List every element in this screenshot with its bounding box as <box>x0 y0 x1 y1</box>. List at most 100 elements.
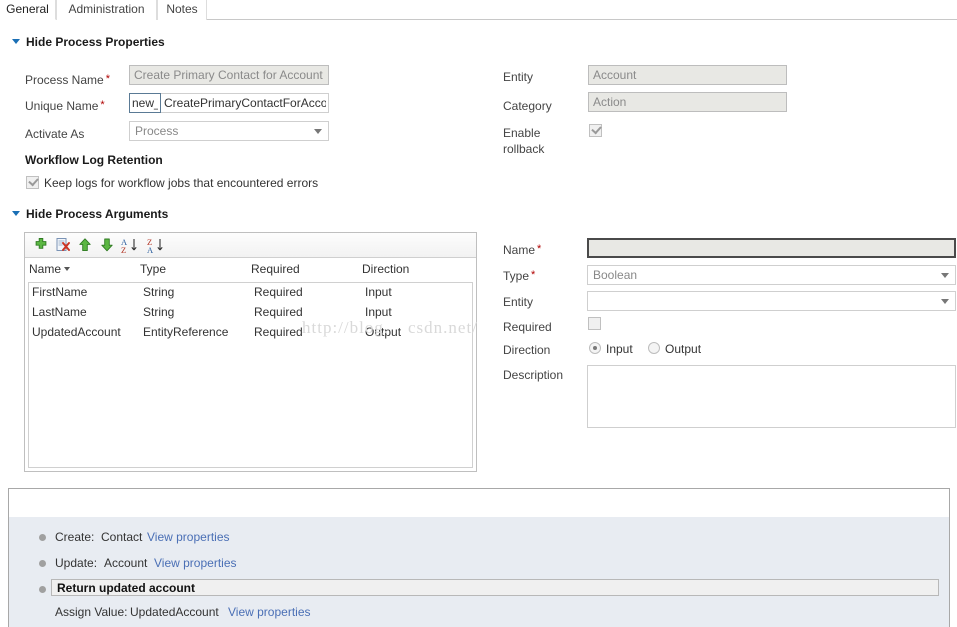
arguments-grid-header: Name Type Required Direction <box>25 259 476 281</box>
step-target: Contact <box>101 530 143 544</box>
label-enable-rollback: Enable rollback <box>503 126 545 156</box>
direction-input-radio[interactable] <box>589 342 601 354</box>
argument-type-dropdown[interactable]: Boolean <box>587 265 956 285</box>
label-unique-name: Unique Name * <box>25 99 105 113</box>
enable-rollback-checkbox[interactable] <box>589 124 602 137</box>
label-activate-as: Activate As <box>25 127 85 141</box>
unique-name-field <box>129 93 329 113</box>
category-input[interactable] <box>588 92 787 112</box>
step-bullet-icon <box>39 560 46 567</box>
view-properties-link[interactable]: View properties <box>228 605 311 619</box>
list-item[interactable]: Create: Contact View properties <box>9 527 949 549</box>
table-row[interactable]: LastName String Required Input <box>29 303 472 323</box>
label-category: Category <box>503 99 552 113</box>
view-properties-link[interactable]: View properties <box>147 530 230 544</box>
step-target: Account <box>104 556 148 570</box>
tab-strip: General Administration Notes <box>0 0 957 20</box>
section-header-process-properties-label: Hide Process Properties <box>26 35 165 49</box>
cell-required: Required <box>254 285 303 299</box>
collapse-caret-icon <box>12 211 20 217</box>
column-header-required[interactable]: Required <box>251 262 300 276</box>
step-target: UpdatedAccount <box>130 605 219 619</box>
svg-text:Z: Z <box>121 245 126 254</box>
step-prefix: Update: <box>55 556 98 570</box>
required-asterisk: * <box>537 243 542 255</box>
steps-list: Create: Contact View properties Update: … <box>9 517 949 627</box>
view-properties-link[interactable]: View properties <box>154 556 237 570</box>
table-row[interactable]: UpdatedAccount EntityReference Required … <box>29 323 472 343</box>
direction-input-label[interactable]: Input <box>606 342 633 356</box>
sort-ascending-icon[interactable]: A Z <box>121 237 143 255</box>
column-header-name[interactable]: Name <box>29 262 71 276</box>
argument-required-checkbox[interactable] <box>588 317 601 330</box>
label-argument-entity: Entity <box>503 295 534 309</box>
process-steps-panel: Create: Contact View properties Update: … <box>8 488 950 627</box>
step-bullet-icon <box>39 534 46 541</box>
required-asterisk: * <box>100 99 105 111</box>
cell-required: Required <box>254 325 303 339</box>
label-entity: Entity <box>503 70 534 84</box>
step-prefix: Assign Value: <box>55 605 128 619</box>
column-header-direction[interactable]: Direction <box>362 262 409 276</box>
section-header-process-arguments[interactable]: Hide Process Arguments <box>12 207 168 221</box>
argument-type-value: Boolean <box>593 268 638 282</box>
keep-logs-checkbox[interactable] <box>26 176 39 189</box>
svg-text:A: A <box>147 245 154 254</box>
add-argument-icon[interactable] <box>33 237 51 254</box>
cell-name: UpdatedAccount <box>32 325 121 339</box>
cell-type: String <box>143 305 175 319</box>
cell-direction: Input <box>365 305 392 319</box>
required-asterisk: * <box>531 269 536 281</box>
move-down-icon[interactable] <box>99 237 117 254</box>
chevron-down-icon <box>314 129 322 134</box>
cell-type: EntityReference <box>143 325 229 339</box>
label-argument-name: Name * <box>503 243 542 257</box>
arguments-toolbar: A Z Z A <box>25 233 476 258</box>
chevron-down-icon <box>941 299 949 304</box>
label-argument-description: Description <box>503 368 564 382</box>
move-up-icon[interactable] <box>77 237 95 254</box>
section-header-process-arguments-label: Hide Process Arguments <box>26 207 169 221</box>
process-arguments-grid: A Z Z A Name Type Required Direction Fir… <box>24 232 477 472</box>
direction-output-label[interactable]: Output <box>665 342 701 356</box>
workflow-log-retention-header: Workflow Log Retention <box>25 153 163 167</box>
label-process-name: Process Name * <box>25 73 110 87</box>
cell-required: Required <box>254 305 303 319</box>
unique-name-prefix-input[interactable] <box>129 93 161 113</box>
cell-direction: Input <box>365 285 392 299</box>
sort-indicator-icon <box>64 266 71 271</box>
argument-description-textarea[interactable] <box>587 365 956 428</box>
tab-administration[interactable]: Administration <box>56 0 157 20</box>
argument-name-input[interactable] <box>587 238 956 258</box>
entity-input[interactable] <box>588 65 787 85</box>
activate-as-dropdown[interactable]: Process <box>129 121 329 141</box>
table-row[interactable]: FirstName String Required Input <box>29 283 472 303</box>
cell-direction: Output <box>365 325 402 339</box>
process-name-input[interactable] <box>129 65 329 85</box>
delete-argument-icon[interactable] <box>55 237 73 254</box>
label-argument-required: Required <box>503 320 552 334</box>
list-item[interactable]: Update: Account View properties <box>9 553 949 575</box>
sort-descending-icon[interactable]: Z A <box>147 237 169 255</box>
required-asterisk: * <box>105 73 110 85</box>
step-bullet-icon <box>39 586 46 593</box>
tab-notes[interactable]: Notes <box>157 0 207 20</box>
list-item[interactable]: Assign Value: UpdatedAccount View proper… <box>9 602 949 624</box>
list-item[interactable]: Return updated account <box>9 579 949 601</box>
selected-step-label: Return updated account <box>57 581 196 595</box>
unique-name-input[interactable] <box>161 93 329 113</box>
cell-name: LastName <box>32 305 87 319</box>
keep-logs-label: Keep logs for workflow jobs that encount… <box>44 176 319 190</box>
column-header-type[interactable]: Type <box>140 262 166 276</box>
cell-name: FirstName <box>32 285 88 299</box>
section-header-process-properties[interactable]: Hide Process Properties <box>12 35 165 49</box>
step-prefix: Create: <box>55 530 95 544</box>
activate-as-value: Process <box>135 124 179 138</box>
argument-entity-dropdown[interactable] <box>587 291 956 311</box>
tab-general[interactable]: General <box>0 0 56 20</box>
direction-output-radio[interactable] <box>648 342 660 354</box>
steps-toolbar[interactable] <box>9 489 949 517</box>
collapse-caret-icon <box>12 39 20 45</box>
arguments-grid-body: FirstName String Required Input LastName… <box>28 282 473 468</box>
cell-type: String <box>143 285 175 299</box>
